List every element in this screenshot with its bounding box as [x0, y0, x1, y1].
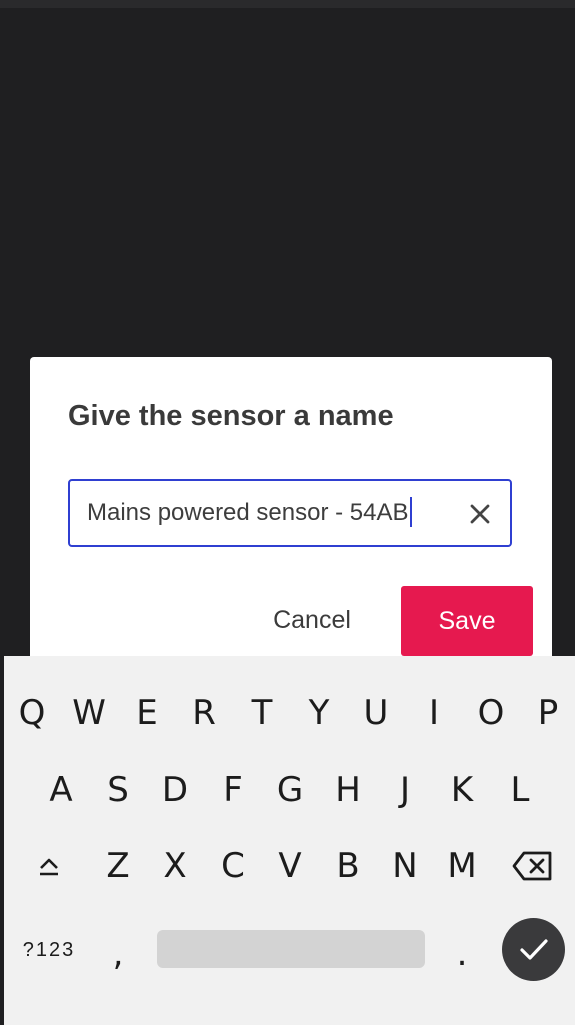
key-v[interactable]: V	[262, 846, 318, 886]
key-e[interactable]: E	[119, 693, 175, 733]
key-h[interactable]: H	[320, 770, 376, 810]
key-y[interactable]: Y	[291, 693, 347, 733]
save-button[interactable]: Save	[401, 586, 533, 656]
key-p[interactable]: P	[520, 693, 575, 733]
key-o[interactable]: O	[463, 693, 519, 733]
key-a[interactable]: A	[33, 770, 89, 810]
key-n[interactable]: N	[377, 846, 433, 886]
cancel-button[interactable]: Cancel	[256, 603, 368, 637]
key-r[interactable]: R	[176, 693, 232, 733]
key-w[interactable]: W	[61, 693, 117, 733]
backspace-icon[interactable]	[512, 849, 554, 883]
key-s[interactable]: S	[90, 770, 146, 810]
sensor-name-value[interactable]: Mains powered sensor - 54AB	[87, 496, 412, 527]
key-k[interactable]: K	[434, 770, 490, 810]
key-t[interactable]: T	[234, 693, 290, 733]
shift-icon[interactable]	[34, 852, 64, 882]
space-bar[interactable]	[157, 930, 425, 968]
key-c[interactable]: C	[205, 846, 261, 886]
key-comma[interactable]: ,	[90, 934, 146, 974]
enter-button[interactable]	[502, 918, 565, 981]
key-g[interactable]: G	[262, 770, 318, 810]
key-z[interactable]: Z	[90, 846, 146, 886]
text-caret	[409, 496, 412, 527]
key-j[interactable]: J	[377, 770, 433, 810]
close-icon[interactable]	[468, 502, 492, 526]
key-u[interactable]: U	[348, 693, 404, 733]
key-period[interactable]: .	[434, 934, 490, 974]
sensor-name-input[interactable]: Mains powered sensor - 54AB	[68, 479, 512, 547]
rename-sensor-dialog: Give the sensor a name Mains powered sen…	[30, 357, 552, 687]
dialog-title: Give the sensor a name	[68, 400, 394, 432]
key-m[interactable]: M	[434, 846, 490, 886]
key-q[interactable]: Q	[4, 693, 60, 733]
key-x[interactable]: X	[147, 846, 203, 886]
status-bar	[0, 0, 575, 8]
key-d[interactable]: D	[147, 770, 203, 810]
check-icon	[520, 939, 548, 960]
symbols-key[interactable]: ?123	[4, 930, 94, 970]
on-screen-keyboard: Q W E R T Y U I O P A S D F G H J K L Z …	[4, 656, 575, 1025]
key-l[interactable]: L	[492, 770, 548, 810]
key-f[interactable]: F	[205, 770, 261, 810]
key-i[interactable]: I	[406, 693, 462, 733]
key-b[interactable]: B	[320, 846, 376, 886]
